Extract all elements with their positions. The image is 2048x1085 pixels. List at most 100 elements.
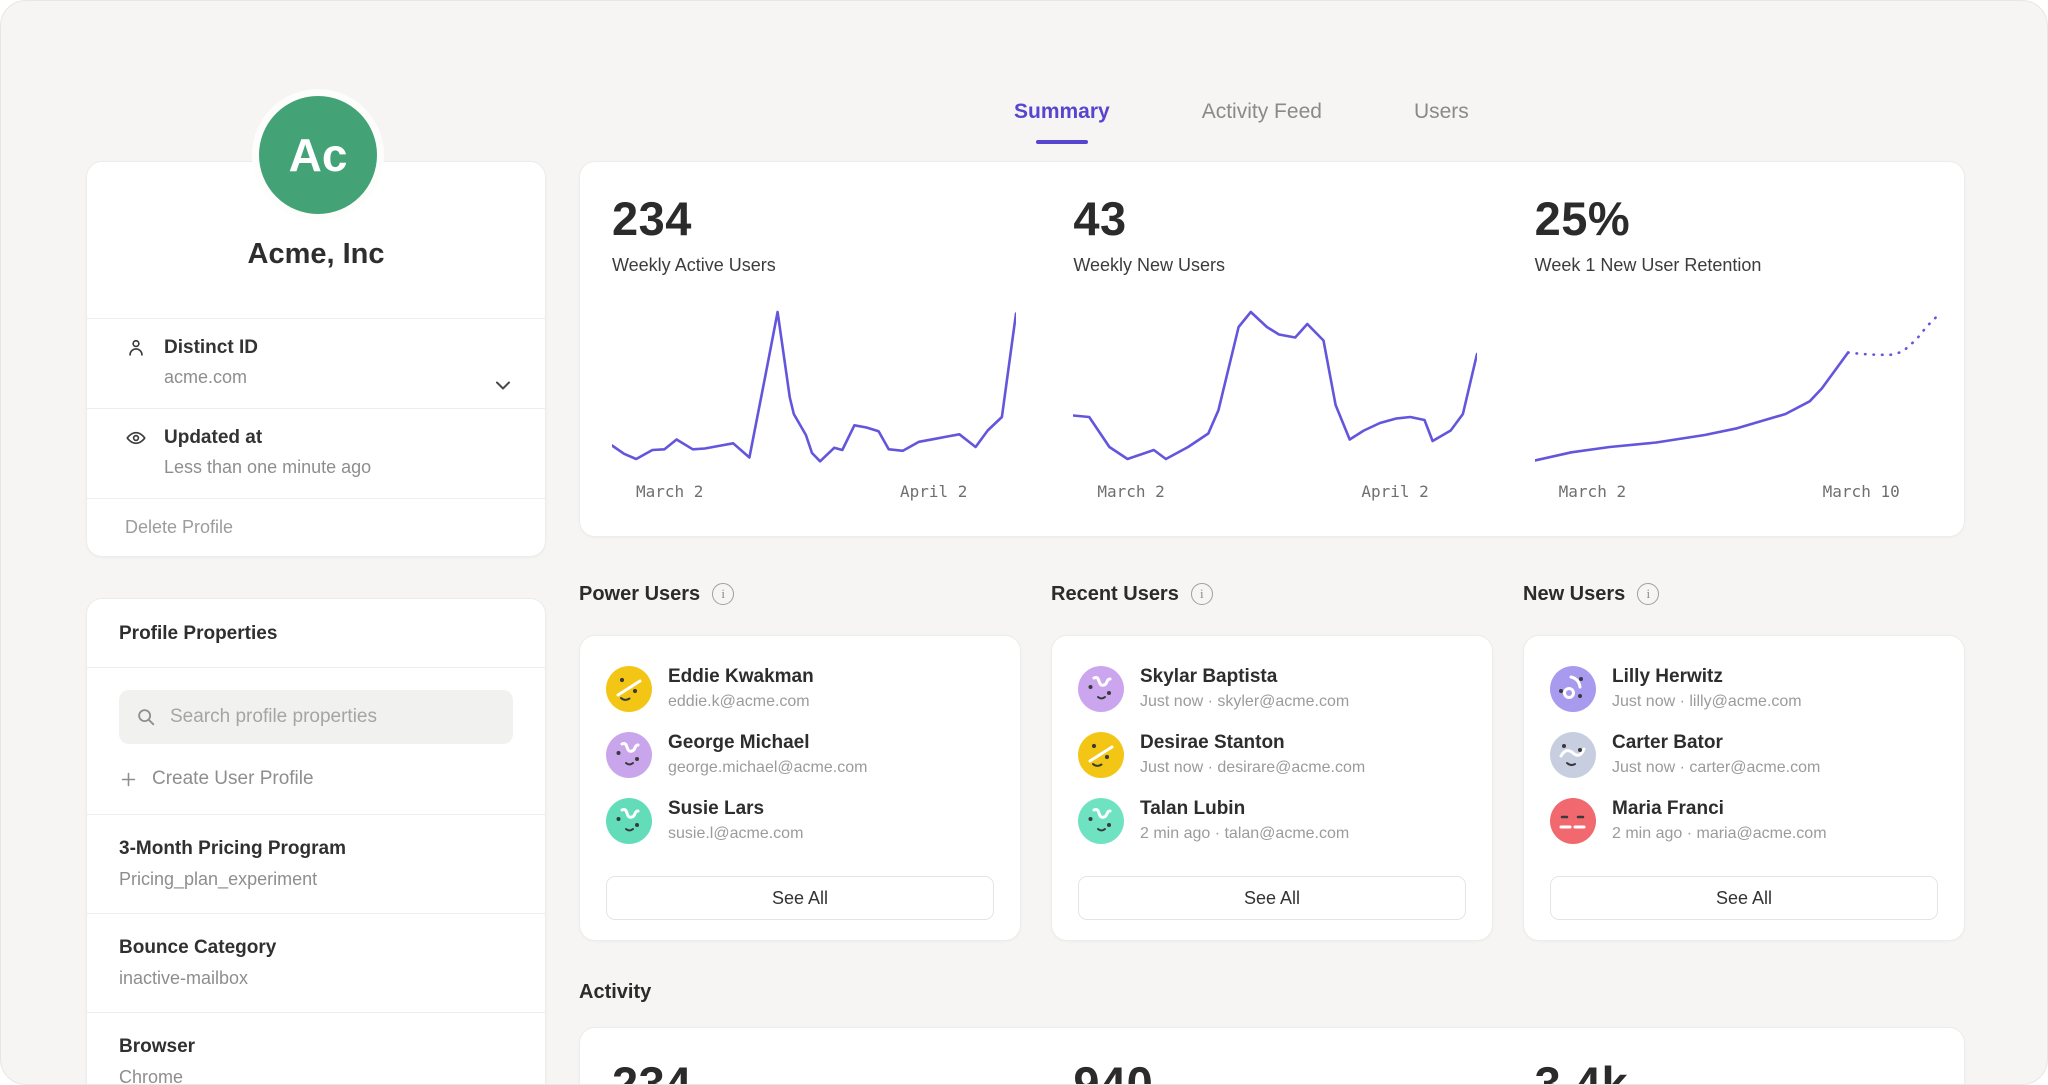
user-avatar xyxy=(606,666,652,712)
see-all-button[interactable]: See All xyxy=(1078,876,1466,920)
list-item[interactable]: George Michaelgeorge.michael@acme.com xyxy=(606,732,994,778)
tab-users[interactable]: Users xyxy=(1414,100,1469,144)
user-subtext: Just now · skyler@acme.com xyxy=(1140,693,1349,711)
property-value: inactive-mailbox xyxy=(119,968,513,989)
sparkline-wrap: March 2April 2 xyxy=(1073,304,1477,506)
user-text: Carter Bator Just now · carter@acme.com xyxy=(1612,732,1820,777)
user-avatar xyxy=(606,732,652,778)
activity-card: 2349403.4k xyxy=(579,1027,1965,1085)
field-updated-at: Updated at Less than one minute ago xyxy=(87,408,545,498)
search-input[interactable] xyxy=(168,705,497,729)
x-axis-labels: March 2 April 2 xyxy=(612,482,1016,506)
info-icon[interactable]: i xyxy=(712,583,734,605)
list-item[interactable]: Maria Franci 2 min ago · maria@acme.com xyxy=(1550,798,1938,844)
field-label: Updated at xyxy=(164,427,262,449)
user-list-card: Eddie Kwakmaneddie.k@acme.com George Mich… xyxy=(579,635,1021,941)
user-name: Susie Lars xyxy=(668,798,803,821)
user-avatar xyxy=(1550,798,1596,844)
tab-summary[interactable]: Summary xyxy=(1014,100,1110,144)
section-title: New Users xyxy=(1523,583,1625,606)
info-icon[interactable]: i xyxy=(1191,583,1213,605)
activity-stat-value: 3.4k xyxy=(1503,1056,1964,1085)
list-item[interactable]: Talan Lubin 2 min ago · talan@acme.com xyxy=(1078,798,1466,844)
sparkline-wrap: March 2 March 10 xyxy=(1535,304,1939,506)
field-value: acme.com xyxy=(164,367,509,388)
user-list-card: Lilly HerwitzJust now · lilly@acme.com Ca… xyxy=(1523,635,1965,941)
profile-property-row[interactable]: Bounce Category inactive-mailbox xyxy=(87,913,545,1012)
user-list-card: Skylar BaptistaJust now · skyler@acme.co… xyxy=(1051,635,1493,941)
chevron-down-icon[interactable] xyxy=(491,373,515,397)
sparkline-wrap: March 2 April 2 xyxy=(612,304,1016,506)
x-axis-label-left: March 2 xyxy=(636,482,703,501)
profile-property-list: 3-Month Pricing ProgramPricing_plan_expe… xyxy=(87,814,545,1085)
list-item[interactable]: Carter Bator Just now · carter@acme.com xyxy=(1550,732,1938,778)
field-distinct-id: Distinct ID acme.com xyxy=(87,318,545,408)
profile-property-row[interactable]: BrowserChrome xyxy=(87,1012,545,1085)
see-all-button[interactable]: See All xyxy=(606,876,994,920)
x-axis-label-right: April 2 xyxy=(900,482,967,501)
create-user-profile-button[interactable]: Create User Profile xyxy=(119,768,513,790)
user-avatar xyxy=(1078,666,1124,712)
user-name: Carter Bator xyxy=(1612,732,1820,755)
person-icon xyxy=(125,337,147,359)
profile-properties-title: Profile Properties xyxy=(87,599,545,668)
property-label: Bounce Category xyxy=(119,937,513,959)
x-axis-label-right: April 2 xyxy=(1361,482,1428,501)
user-name: Talan Lubin xyxy=(1140,798,1349,821)
eye-icon xyxy=(125,427,147,449)
list-item[interactable]: Desirae StantonJust now · desirare@acme.… xyxy=(1078,732,1466,778)
user-subtext: Just now · desirare@acme.com xyxy=(1140,759,1365,777)
x-axis-labels: March 2 March 10 xyxy=(1535,482,1939,506)
info-icon[interactable]: i xyxy=(1637,583,1659,605)
user-avatar xyxy=(1078,798,1124,844)
list-item[interactable]: Eddie Kwakmaneddie.k@acme.com xyxy=(606,666,994,712)
x-axis-label-left: March 2 xyxy=(1559,482,1626,501)
app-window: Ac Acme, Inc Distinct ID acme.com xyxy=(0,0,2048,1085)
user-subtext: Just now · carter@acme.com xyxy=(1612,759,1820,777)
stat-value: 25% xyxy=(1535,194,1964,243)
user-subtext: 2 min ago · maria@acme.com xyxy=(1612,825,1827,843)
tab-activity-feed[interactable]: Activity Feed xyxy=(1202,100,1322,144)
stat-label: Weekly New Users xyxy=(1073,255,1502,276)
user-text: Talan Lubin 2 min ago · talan@acme.com xyxy=(1140,798,1349,843)
summary-card: 234Weekly Active UsersMarch 2April 243We… xyxy=(579,161,1965,537)
activity-title: Activity xyxy=(579,981,651,1004)
summary-stat-weekly-active-users: 234Weekly Active UsersMarch 2April 2 xyxy=(580,194,1041,536)
delete-profile-button[interactable]: Delete Profile xyxy=(87,498,545,556)
list-item[interactable]: Susie Lars susie.l@acme.com xyxy=(606,798,994,844)
user-avatar xyxy=(1550,666,1596,712)
sparkline-chart xyxy=(1535,304,1939,474)
profile-properties-card: Profile Properties Create User Profile 3… xyxy=(86,598,546,1085)
create-user-profile-label: Create User Profile xyxy=(152,768,314,790)
avatar: Ac xyxy=(252,89,384,221)
profile-property-row[interactable]: 3-Month Pricing ProgramPricing_plan_expe… xyxy=(87,814,545,913)
user-text: Skylar BaptistaJust now · skyler@acme.co… xyxy=(1140,666,1349,711)
sparkline-chart xyxy=(1073,304,1477,474)
sparkline-chart xyxy=(612,304,1016,474)
section-title: Recent Users xyxy=(1051,583,1179,606)
user-section-new-users: New Users i Lilly HerwitzJust now · lilly@… xyxy=(1523,579,1965,941)
section-title: Power Users xyxy=(579,583,700,606)
user-text: Maria Franci 2 min ago · maria@acme.com xyxy=(1612,798,1827,843)
search-input-wrapper[interactable] xyxy=(119,690,513,744)
list-item[interactable]: Skylar BaptistaJust now · skyler@acme.co… xyxy=(1078,666,1466,712)
user-name: Eddie Kwakman xyxy=(668,666,814,689)
search-icon xyxy=(135,706,157,728)
user-subtext: 2 min ago · talan@acme.com xyxy=(1140,825,1349,843)
user-sections: Power Users i Eddie Kwakmaneddie.k@acme.co… xyxy=(579,579,1965,941)
user-subtext: george.michael@acme.com xyxy=(668,759,867,777)
plus-icon xyxy=(119,770,138,789)
property-label: 3-Month Pricing Program xyxy=(119,838,513,860)
see-all-button[interactable]: See All xyxy=(1550,876,1938,920)
x-axis-labels: March 2April 2 xyxy=(1073,482,1477,506)
user-section-recent-users: Recent Users i Skylar BaptistaJust now · s… xyxy=(1051,579,1493,941)
property-value: Chrome xyxy=(119,1067,513,1085)
user-name: Maria Franci xyxy=(1612,798,1827,821)
section-header: New Users i xyxy=(1523,579,1965,609)
stat-value: 43 xyxy=(1073,194,1502,243)
user-subtext: susie.l@acme.com xyxy=(668,825,803,843)
x-axis-label-right: March 10 xyxy=(1823,482,1900,501)
list-item[interactable]: Lilly HerwitzJust now · lilly@acme.com xyxy=(1550,666,1938,712)
activity-stat-value: 234 xyxy=(580,1056,1041,1085)
field-value: Less than one minute ago xyxy=(164,457,509,478)
